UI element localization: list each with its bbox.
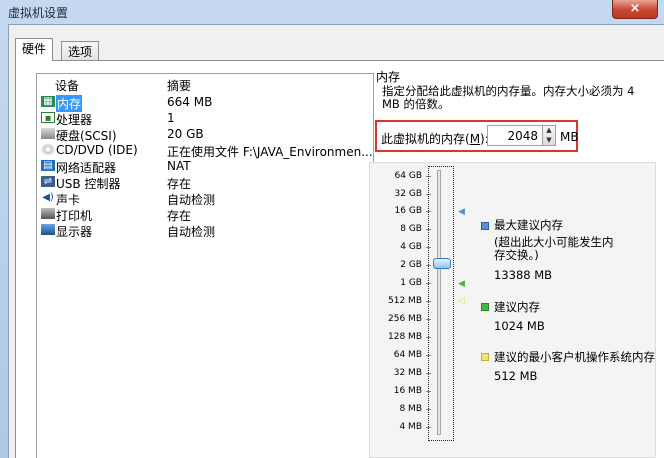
scale-tick-label: 128 MB: [388, 332, 422, 342]
scale-tick-label: 64 GB: [394, 171, 422, 181]
scale-tick-label: 8 GB: [400, 224, 422, 234]
device-name: CD/DVD (IDE): [56, 143, 138, 157]
scale-tick-label: 32 MB: [393, 368, 422, 378]
scale-tick-label: 8 MB: [399, 404, 422, 414]
stepper-up-icon[interactable]: ▲: [543, 126, 555, 135]
network-icon: ▤: [41, 160, 55, 171]
device-row-cdrom[interactable]: CD/DVD (IDE) 正在使用文件 F:\JAVA_Environmen..…: [37, 142, 373, 159]
scale-tick-label: 16 GB: [394, 206, 422, 216]
memory-size-group: 此虚拟机的内存(M): 2048 ▲ ▼ MB: [375, 120, 579, 152]
memory-size-label: 此虚拟机的内存(M):: [381, 130, 489, 147]
memory-slider-track[interactable]: [437, 170, 441, 435]
scale-tick-label: 4 MB: [399, 422, 422, 432]
max-recommended-label: 最大建议内存: [494, 218, 563, 232]
memory-description: 指定分配给此虚拟机的内存量。内存大小必须为 4 MB 的倍数。: [382, 84, 635, 111]
processor-icon: ▪: [41, 112, 55, 124]
device-row-sound[interactable]: ◀) 声卡 自动检测: [37, 190, 373, 207]
scale-tick-label: 32 GB: [394, 189, 422, 199]
scale-tick-label: 512 MB: [388, 296, 422, 306]
recommended-legend-icon: [481, 303, 489, 311]
scale-tick-label: 2 GB: [400, 260, 422, 270]
device-row-display[interactable]: 显示器 自动检测: [37, 222, 373, 239]
device-list-header: 设备 摘要: [37, 74, 373, 94]
harddisk-icon: [41, 128, 55, 139]
sound-icon: ◀): [42, 192, 54, 203]
scale-tick-label: 64 MB: [393, 350, 422, 360]
device-summary: 自动检测: [167, 225, 216, 239]
device-row-processor[interactable]: ▪ 处理器 1: [37, 110, 373, 127]
memory-slider-focus: [428, 166, 454, 441]
device-summary: 664 MB: [167, 95, 213, 109]
recommended-value: 1024 MB: [494, 319, 545, 333]
min-guest-label: 建议的最小客户机操作系统内存: [494, 350, 655, 364]
close-icon: ×: [629, 1, 641, 16]
window-title: 虚拟机设置: [8, 6, 69, 20]
memory-size-input[interactable]: 2048: [487, 125, 543, 146]
device-row-harddisk[interactable]: 硬盘(SCSI) 20 GB: [37, 126, 373, 143]
recommended-label: 建议内存: [494, 300, 540, 314]
device-row-usb[interactable]: ⇌ USB 控制器 存在: [37, 174, 373, 191]
title-bar: 虚拟机设置 ×: [0, 0, 664, 22]
scale-tick-label: 4 GB: [400, 242, 422, 252]
column-header-summary[interactable]: 摘要: [167, 77, 191, 94]
max-recommended-marker-icon: ◀: [458, 207, 465, 217]
max-recommended-value: 13388 MB: [494, 268, 553, 282]
scale-tick-label: 1 GB: [400, 278, 422, 288]
memory-label-prefix: 此虚拟机的内存(: [381, 132, 470, 146]
memory-size-unit: MB: [560, 130, 579, 144]
device-row-memory[interactable]: ▦ 内存 664 MB: [37, 94, 373, 112]
memory-label-accesskey: M: [469, 132, 481, 146]
memory-slider-thumb[interactable]: [433, 258, 451, 269]
min-guest-legend-icon: [481, 353, 489, 361]
scale-tick-label: 256 MB: [388, 314, 422, 324]
device-row-network[interactable]: ▤ 网络适配器 NAT: [37, 158, 373, 175]
display-icon: [41, 224, 55, 235]
stepper-down-icon[interactable]: ▼: [543, 136, 555, 145]
device-summary: 1: [167, 111, 175, 125]
device-summary: NAT: [167, 159, 191, 173]
column-header-device[interactable]: 设备: [55, 77, 79, 94]
scale-tick-label: 16 MB: [393, 386, 422, 396]
device-name: 显示器: [56, 225, 93, 239]
recommended-marker-icon: ◀: [458, 279, 465, 289]
min-guest-value: 512 MB: [494, 369, 538, 383]
cdrom-icon: [41, 144, 55, 155]
device-row-printer[interactable]: 打印机 存在: [37, 206, 373, 223]
max-recommended-legend-icon: [481, 222, 489, 230]
memory-size-stepper[interactable]: ▲ ▼: [542, 125, 556, 146]
device-summary: 20 GB: [167, 127, 204, 141]
memory-section-title: 内存: [376, 70, 401, 84]
device-list[interactable]: 设备 摘要 ▦ 内存 664 MB ▪ 处理器 1 硬盘(SCSI) 20 GB: [36, 73, 374, 458]
usb-icon: ⇌: [41, 176, 55, 187]
printer-icon: [41, 208, 55, 219]
tab-options[interactable]: 选项: [61, 41, 100, 61]
memory-icon: ▦: [41, 96, 55, 107]
settings-window: 虚拟机设置 × 硬件 选项 设备 摘要 ▦ 内存 664 MB ▪ 处理器 1: [0, 0, 664, 458]
min-guest-marker-icon: ◁: [458, 296, 465, 306]
max-recommended-note: (超出此大小可能发生内存交换。): [494, 235, 614, 262]
close-button[interactable]: ×: [612, 0, 658, 19]
tab-hardware[interactable]: 硬件: [15, 38, 54, 61]
